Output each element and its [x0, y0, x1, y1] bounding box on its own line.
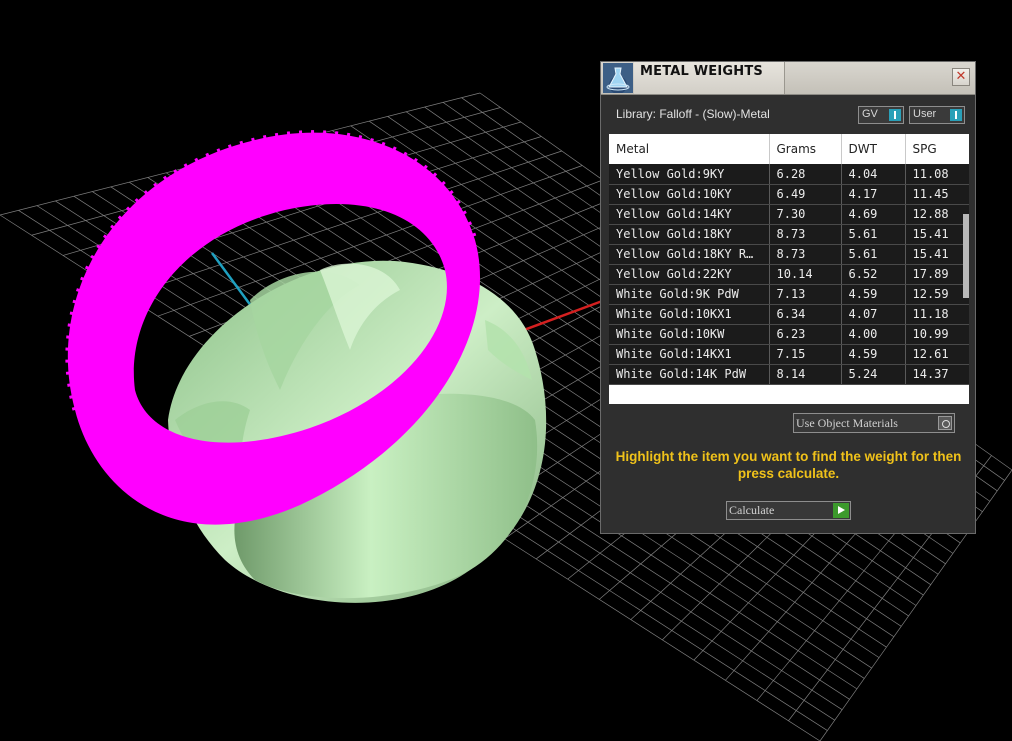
- use-object-materials-label: Use Object Materials: [796, 416, 898, 430]
- metal-cell: Yellow Gold:18KY R…: [609, 244, 770, 265]
- grams-cell: 6.34: [769, 304, 842, 325]
- dwt-cell: 4.07: [841, 304, 906, 325]
- metal-weights-panel: METAL WEIGHTS ✕ Library: Falloff - (Slow…: [600, 61, 976, 534]
- spg-cell: 11.08: [905, 164, 969, 185]
- column-header-metal[interactable]: Metal: [609, 134, 770, 164]
- metal-cell: White Gold:14K PdW: [609, 364, 770, 385]
- table-row[interactable]: White Gold:10KW 6.23 4.00 10.99: [609, 324, 969, 345]
- use-object-materials-button[interactable]: Use Object Materials: [793, 413, 955, 433]
- metal-cell: Yellow Gold:9KY: [609, 164, 770, 185]
- metal-cell: White Gold:9K PdW: [609, 284, 770, 305]
- metal-weights-flask-icon: [603, 63, 633, 94]
- panel-titlebar[interactable]: METAL WEIGHTS ✕: [601, 62, 975, 95]
- spg-cell: 17.89: [905, 264, 969, 285]
- column-header-spg[interactable]: SPG: [905, 134, 969, 164]
- grams-cell: 7.30: [769, 204, 842, 225]
- gv-toggle[interactable]: GV: [858, 106, 904, 124]
- metal-cell: White Gold:10KW: [609, 324, 770, 345]
- grams-cell: 7.15: [769, 344, 842, 365]
- play-arrow-icon: [833, 503, 849, 518]
- settings-knob-icon: [938, 416, 952, 430]
- table-header-row: Metal Grams DWT SPG: [609, 134, 969, 164]
- dwt-cell: 4.00: [841, 324, 906, 345]
- dwt-cell: 4.17: [841, 184, 906, 205]
- grams-cell: 8.14: [769, 364, 842, 385]
- grams-cell: 8.73: [769, 244, 842, 265]
- spg-cell: 12.88: [905, 204, 969, 225]
- table-row[interactable]: White Gold:14KX1 7.15 4.59 12.61: [609, 344, 969, 365]
- toggle-switch-icon: [889, 109, 901, 121]
- dwt-cell: 4.59: [841, 344, 906, 365]
- gv-toggle-label: GV: [862, 108, 878, 120]
- table-row[interactable]: Yellow Gold:18KY 8.73 5.61 15.41: [609, 224, 969, 245]
- spg-cell: 10.99: [905, 324, 969, 345]
- table-row[interactable]: Yellow Gold:22KY 10.14 6.52 17.89: [609, 264, 969, 285]
- grams-cell: 8.73: [769, 224, 842, 245]
- dwt-cell: 5.61: [841, 244, 906, 265]
- metal-table-container[interactable]: Metal Grams DWT SPG Yellow Gold:9KY 6.28 4…: [609, 134, 969, 404]
- spg-cell: 12.59: [905, 284, 969, 305]
- vertical-scrollbar[interactable]: [963, 214, 969, 298]
- column-header-dwt[interactable]: DWT: [841, 134, 906, 164]
- spg-cell: 12.61: [905, 344, 969, 365]
- calculate-button[interactable]: Calculate: [726, 501, 851, 520]
- metal-cell: White Gold:10KX1: [609, 304, 770, 325]
- table-row[interactable]: Yellow Gold:18KY R… 8.73 5.61 15.41: [609, 244, 969, 265]
- grams-cell: 6.23: [769, 324, 842, 345]
- metal-cell: Yellow Gold:18KY: [609, 224, 770, 245]
- spg-cell: 11.18: [905, 304, 969, 325]
- table-row[interactable]: Yellow Gold:14KY 7.30 4.69 12.88: [609, 204, 969, 225]
- user-toggle[interactable]: User: [909, 106, 965, 124]
- metal-cell: Yellow Gold:10KY: [609, 184, 770, 205]
- metal-cell: Yellow Gold:14KY: [609, 204, 770, 225]
- metal-cell: White Gold:14KX1: [609, 344, 770, 365]
- dwt-cell: 4.59: [841, 284, 906, 305]
- spg-cell: 15.41: [905, 244, 969, 265]
- grams-cell: 7.13: [769, 284, 842, 305]
- table-row[interactable]: Yellow Gold:10KY 6.49 4.17 11.45: [609, 184, 969, 205]
- toggle-switch-icon: [950, 109, 962, 121]
- grams-cell: 10.14: [769, 264, 842, 285]
- dwt-cell: 5.24: [841, 364, 906, 385]
- spg-cell: 14.37: [905, 364, 969, 385]
- dwt-cell: 6.52: [841, 264, 906, 285]
- table-row[interactable]: White Gold:10KX1 6.34 4.07 11.18: [609, 304, 969, 325]
- dwt-cell: 4.04: [841, 164, 906, 185]
- library-label: Library: Falloff - (Slow)-Metal: [616, 107, 770, 121]
- metal-cell: Yellow Gold:22KY: [609, 264, 770, 285]
- spg-cell: 11.45: [905, 184, 969, 205]
- panel-title: METAL WEIGHTS: [640, 64, 763, 79]
- close-icon[interactable]: ✕: [952, 68, 970, 86]
- instruction-text: Highlight the item you want to find the …: [615, 449, 962, 481]
- grams-cell: 6.28: [769, 164, 842, 185]
- calculate-label: Calculate: [729, 503, 775, 517]
- table-row[interactable]: White Gold:9K PdW 7.13 4.59 12.59: [609, 284, 969, 305]
- table-row[interactable]: White Gold:14K PdW 8.14 5.24 14.37: [609, 364, 969, 385]
- title-tab: METAL WEIGHTS: [634, 62, 785, 94]
- user-toggle-label: User: [913, 108, 937, 120]
- metal-table: Metal Grams DWT SPG Yellow Gold:9KY 6.28 4…: [609, 134, 969, 385]
- dwt-cell: 4.69: [841, 204, 906, 225]
- spg-cell: 15.41: [905, 224, 969, 245]
- grams-cell: 6.49: [769, 184, 842, 205]
- dwt-cell: 5.61: [841, 224, 906, 245]
- column-header-grams[interactable]: Grams: [769, 134, 842, 164]
- table-row[interactable]: Yellow Gold:9KY 6.28 4.04 11.08: [609, 164, 969, 185]
